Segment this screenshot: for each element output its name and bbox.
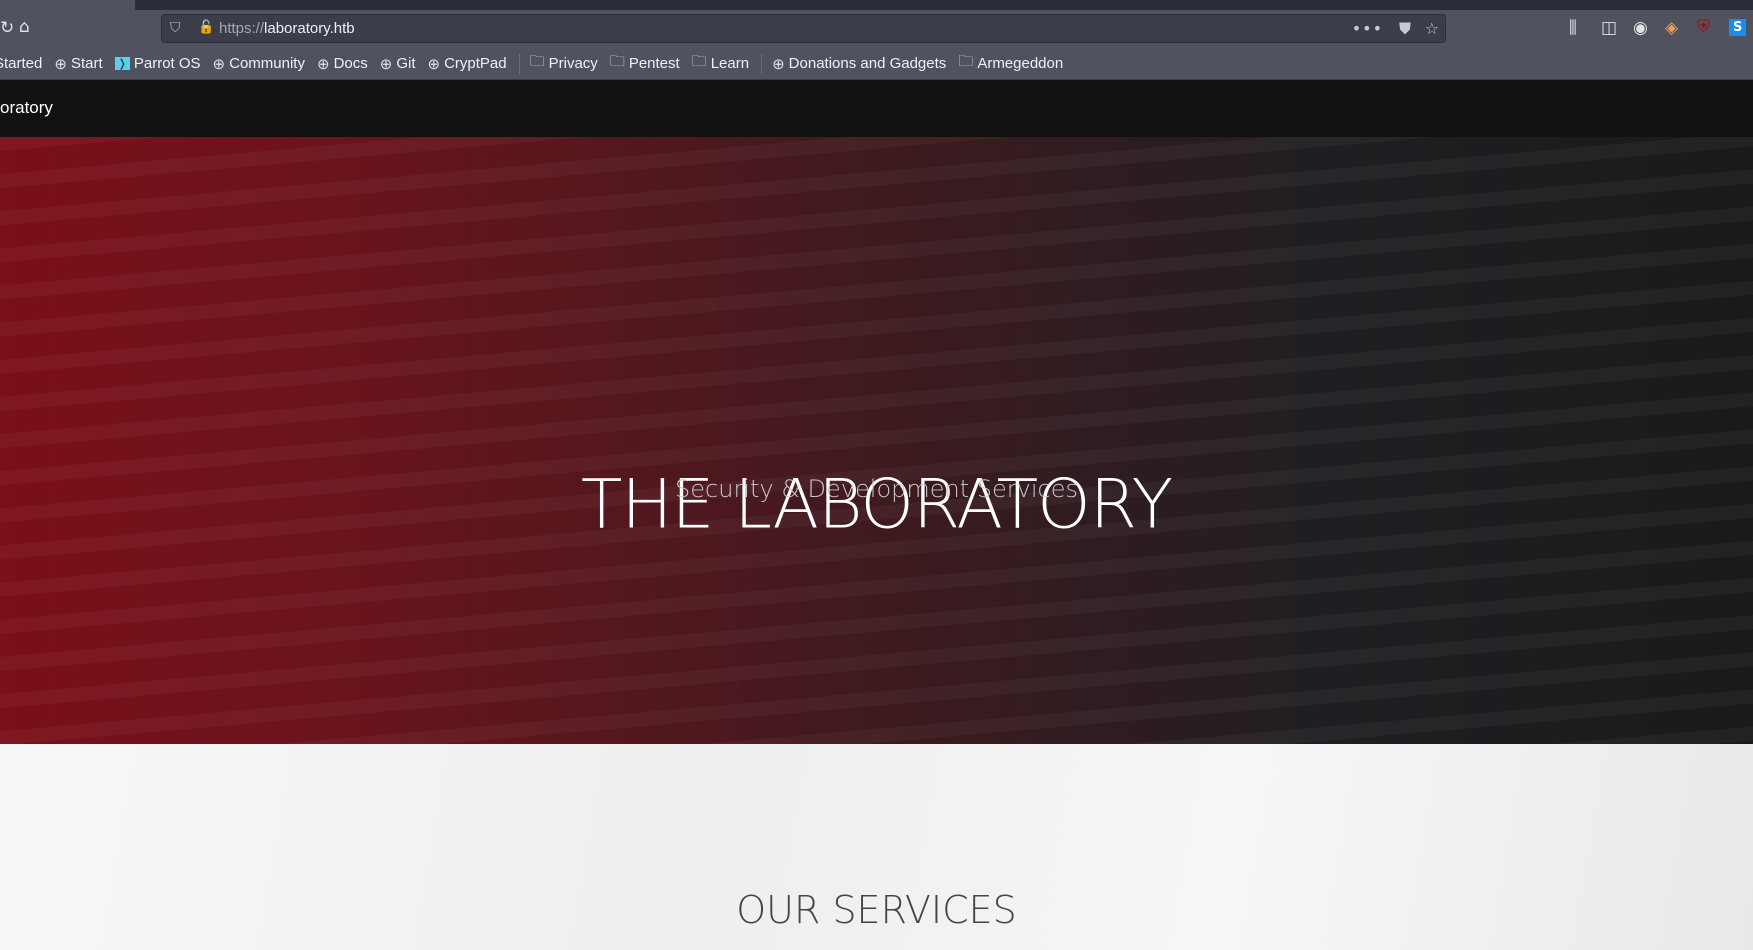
globe-icon: ⊕ [772, 55, 785, 73]
url-host: laboratory.htb [264, 20, 355, 37]
account-icon[interactable]: ◉ [1633, 20, 1648, 37]
more-actions-icon[interactable]: ••• [1352, 19, 1383, 38]
bookmark-docs[interactable]: ⊕ Docs [317, 55, 368, 73]
site-navbar: oratory [0, 80, 1753, 137]
folder-icon: 🗀 [529, 53, 545, 70]
insecure-lock-icon[interactable]: 🔓 [198, 20, 214, 35]
bookmark-label: Start [70, 55, 103, 72]
folder-icon: 🗀 [691, 53, 707, 70]
globe-icon: ⊕ [379, 55, 393, 73]
extension-icon[interactable]: ◈ [1665, 20, 1678, 37]
sidebar-icon[interactable]: ◫ [1601, 20, 1617, 37]
bookmark-started[interactable]: Started [0, 55, 42, 72]
home-icon[interactable]: ⌂ [19, 19, 30, 36]
bookmark-parrot-os[interactable]: ❭ Parrot OS [114, 55, 201, 72]
bookmark-label: Started [0, 55, 43, 72]
bookmark-folder-pentest[interactable]: 🗀 Pentest [610, 51, 680, 76]
bookmark-community[interactable]: ⊕ Community [213, 55, 305, 73]
bookmark-start[interactable]: ⊕ Start [54, 55, 102, 73]
bookmark-git[interactable]: ⊕ Git [380, 55, 416, 73]
tab-strip [0, 0, 1753, 10]
shield-icon[interactable]: ⛉ [170, 20, 181, 36]
bookmark-label: Pentest [628, 55, 680, 72]
globe-icon: ⊕ [212, 55, 226, 73]
bookmark-folder-armegeddon[interactable]: 🗀 Armegeddon [958, 51, 1063, 76]
bookmark-label: Parrot OS [133, 55, 201, 72]
bookmark-label: Learn [710, 55, 750, 72]
bookmark-folder-learn[interactable]: 🗀 Learn [692, 51, 749, 76]
separator [761, 53, 763, 74]
bookmark-label: Docs [333, 55, 368, 72]
ublock-icon[interactable]: ⛨ [1697, 19, 1710, 36]
library-icon[interactable]: ⫼ [1569, 20, 1577, 37]
nav-toolbar: ↻ ⌂ ⛉ 🔓 https://laboratory.htb ••• ⛊ ☆ ⫼… [0, 10, 1753, 48]
address-bar[interactable]: ⛉ 🔓 https://laboratory.htb ••• ⛊ ☆ [161, 14, 1446, 43]
globe-icon: ⊕ [427, 55, 441, 73]
bookmark-cryptpad[interactable]: ⊕ CryptPad [428, 55, 507, 73]
bookmark-donations[interactable]: ⊕ Donations and Gadgets [772, 55, 946, 73]
url-text[interactable]: https://laboratory.htb [219, 20, 355, 37]
bookmark-label: Git [396, 55, 416, 72]
services-section: OUR SERVICES [0, 744, 1753, 950]
reload-icon[interactable]: ↻ [0, 20, 14, 37]
url-protocol: https:// [219, 20, 265, 37]
globe-icon: ⊕ [54, 55, 67, 73]
bookmark-label: Donations and Gadgets [788, 55, 947, 72]
folder-icon: 🗀 [609, 53, 625, 70]
bookmark-label: Privacy [548, 55, 598, 72]
bookmark-label: Community [229, 55, 305, 72]
bookmark-folder-privacy[interactable]: 🗀 Privacy [530, 51, 598, 76]
separator [518, 53, 520, 74]
active-tab[interactable] [0, 0, 135, 10]
folder-icon: 🗀 [958, 53, 974, 70]
bookmarks-toolbar: Started ⊕Start ❭Parrot OS ⊕Community ⊕Do… [0, 48, 1753, 80]
site-brand-link[interactable]: oratory [0, 98, 53, 118]
hero-subtitle: Security & Development Services [675, 475, 1078, 503]
parrot-icon: ❭ [114, 57, 130, 70]
bookmark-label: CryptPad [444, 55, 507, 72]
s-extension-icon[interactable]: S [1729, 19, 1747, 36]
bookmark-star-icon[interactable]: ☆ [1425, 19, 1439, 38]
pocket-icon[interactable]: ⛊ [1399, 19, 1411, 39]
bookmark-label: Armegeddon [977, 55, 1064, 72]
globe-icon: ⊕ [316, 55, 330, 73]
hero-section: THE LABORATORY Security & Development Se… [0, 137, 1753, 744]
services-heading: OUR SERVICES [736, 888, 1017, 932]
